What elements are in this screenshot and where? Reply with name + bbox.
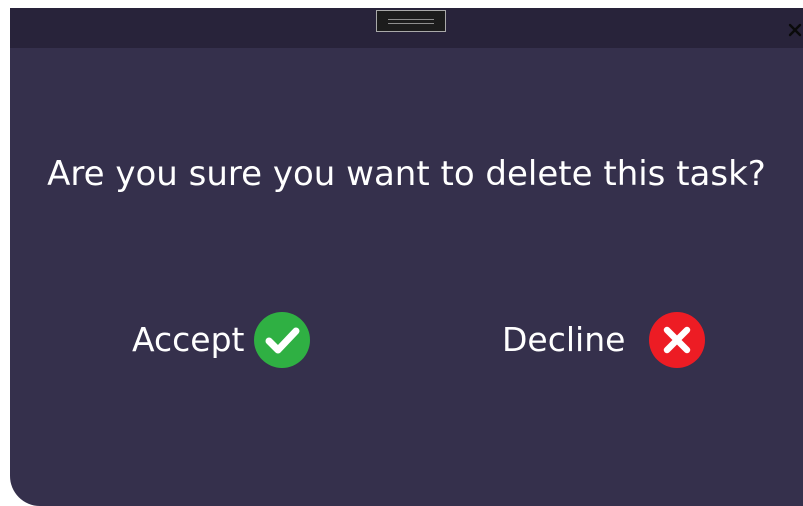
drag-handle-icon[interactable] [376,10,446,32]
title-bar[interactable] [10,8,803,48]
x-circle-icon [649,312,706,368]
accept-label: Accept [132,320,245,359]
decline-label: Decline [502,320,626,359]
drag-handle-line [388,23,434,24]
confirmation-question: Are you sure you want to delete this tas… [47,154,766,194]
accept-button[interactable]: Accept [132,310,311,370]
decline-button[interactable]: Decline [502,310,706,370]
close-icon[interactable] [787,22,803,38]
check-circle-icon [254,312,311,368]
confirm-dialog-window: Are you sure you want to delete this tas… [10,8,803,506]
drag-handle-line [388,19,434,20]
